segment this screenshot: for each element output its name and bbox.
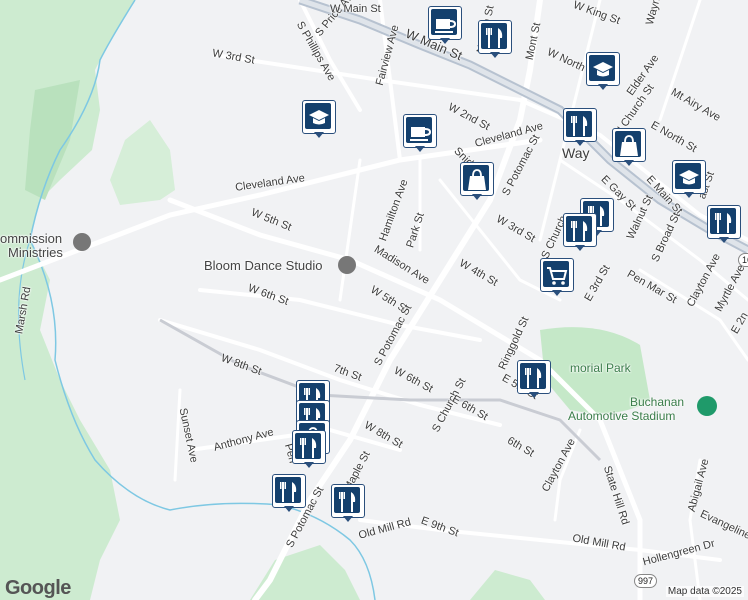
poi-marker[interactable]: [331, 484, 365, 522]
map-canvas[interactable]: S Price Ave W Main St S Phillips Ave W 3…: [0, 0, 748, 600]
coffee-icon: [435, 19, 457, 33]
restaurant-icon: [571, 221, 588, 241]
poi-marker[interactable]: [563, 108, 597, 146]
place-label-buchanan-stadium[interactable]: Automotive Stadium: [568, 410, 675, 422]
school-icon: [593, 62, 613, 77]
poi-marker[interactable]: [612, 128, 646, 166]
school-icon: [309, 110, 329, 125]
google-logo: Google: [5, 577, 71, 599]
poi-marker[interactable]: [707, 205, 741, 243]
bloom-dance-studio-pin[interactable]: [338, 256, 356, 274]
school-icon: [679, 170, 699, 185]
place-label-town: Way: [562, 145, 590, 161]
coffee-icon: [410, 127, 432, 141]
poi-marker[interactable]: [403, 114, 437, 152]
shopping-bag-icon: [620, 135, 638, 156]
poi-marker[interactable]: [563, 213, 597, 251]
restaurant-icon: [486, 28, 503, 48]
place-label-bloom-dance-studio[interactable]: Bloom Dance Studio: [204, 259, 323, 272]
place-label-ministries[interactable]: Ministries: [8, 246, 63, 259]
restaurant-icon: [715, 213, 732, 233]
route-shield-997: 997: [634, 574, 658, 588]
southeast-green: [470, 570, 545, 600]
shopping-cart-icon: [547, 267, 568, 285]
restaurant-icon: [300, 438, 317, 458]
stadium-icon[interactable]: [697, 396, 717, 416]
poi-marker[interactable]: [272, 474, 306, 512]
street-label: W Main St: [330, 3, 381, 15]
place-label-buchanan[interactable]: Buchanan: [630, 396, 684, 408]
poi-marker[interactable]: [517, 360, 551, 398]
church-icon[interactable]: [73, 233, 91, 251]
poi-marker[interactable]: [478, 20, 512, 58]
place-label-commission[interactable]: ommission: [0, 232, 62, 245]
restaurant-icon: [525, 368, 542, 388]
route-shield-16: 16: [738, 253, 748, 267]
poi-marker[interactable]: [292, 430, 326, 468]
map-attribution[interactable]: Map data ©2025: [665, 586, 744, 597]
poi-marker[interactable]: [302, 100, 336, 138]
restaurant-icon: [339, 492, 356, 512]
shopping-bag-icon: [468, 169, 486, 190]
green-patch: [110, 120, 175, 205]
restaurant-icon: [571, 116, 588, 136]
south-green: [250, 545, 360, 600]
poi-marker[interactable]: [428, 6, 462, 44]
poi-marker[interactable]: [672, 160, 706, 198]
poi-marker[interactable]: [586, 52, 620, 90]
restaurant-icon: [280, 482, 297, 502]
poi-marker[interactable]: [540, 258, 574, 296]
poi-marker[interactable]: [460, 162, 494, 200]
place-label-memorial-park[interactable]: morial Park: [570, 362, 631, 374]
